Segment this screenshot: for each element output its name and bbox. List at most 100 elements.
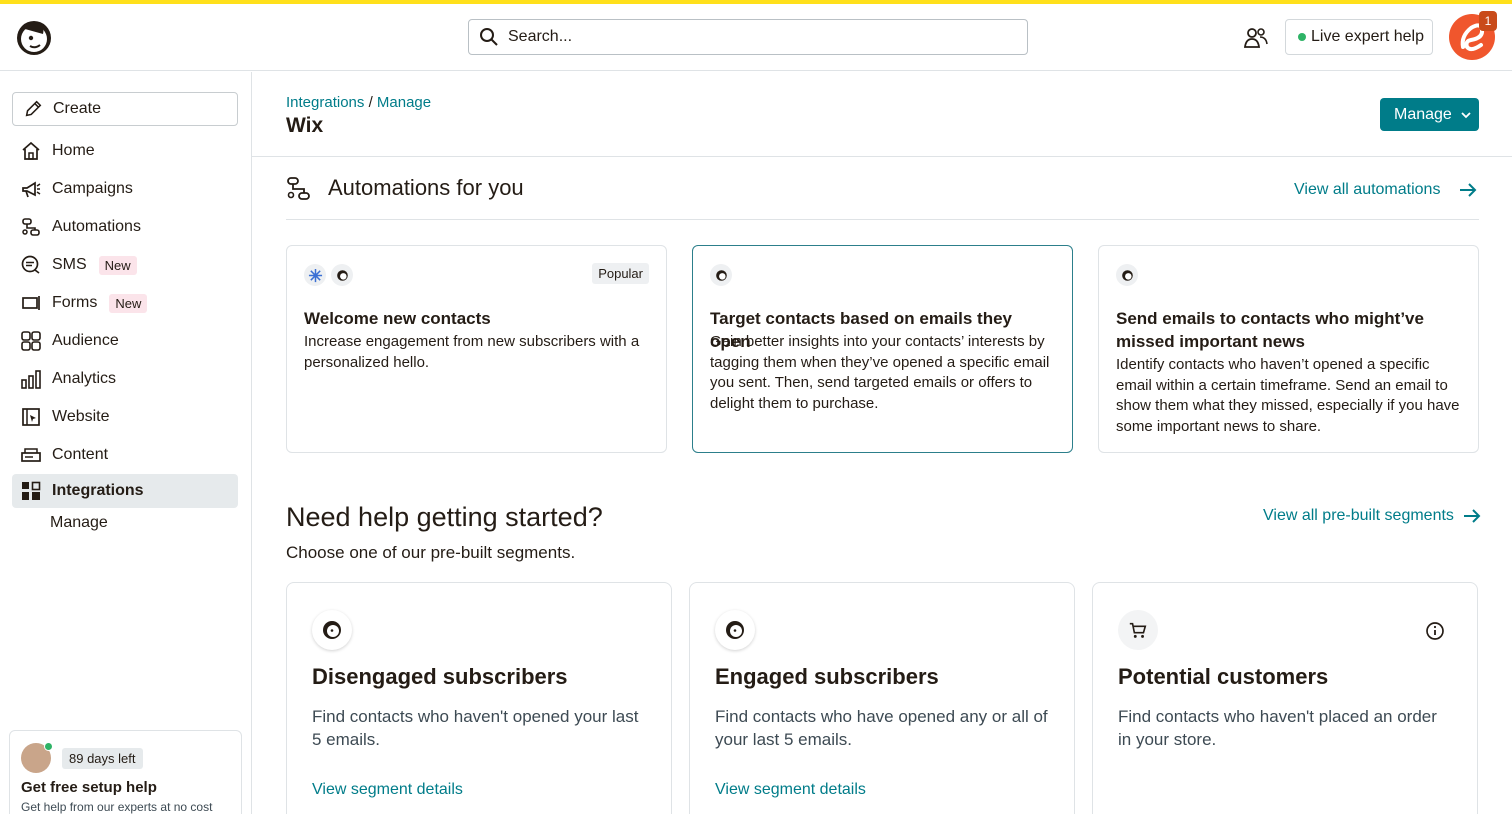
sidebar-item-audience[interactable]: Audience (12, 324, 238, 358)
trial-title: Get free setup help (21, 779, 157, 796)
page-title: Wix (286, 114, 324, 137)
analytics-icon (21, 370, 41, 389)
automation-card[interactable]: Send emails to contacts who might’ve mis… (1098, 245, 1479, 453)
live-expert-help-button[interactable]: Live expert help (1285, 19, 1433, 55)
segment-card-title: Engaged subscribers (715, 664, 939, 689)
main-content: Integrations / Manage Wix Manage Automat… (252, 72, 1512, 814)
view-segment-details-link[interactable]: View segment details (715, 781, 866, 799)
automation-card-title: Send emails to contacts who might’ve mis… (1116, 309, 1424, 351)
trial-help-card[interactable]: 89 days left Get free setup help Get hel… (9, 730, 242, 814)
pencil-icon (25, 100, 42, 117)
sidebar-item-label: Audience (52, 332, 119, 349)
sidebar-item-label: Integrations (52, 482, 144, 499)
automations-divider (286, 219, 1479, 220)
automation-card-title: Welcome new contacts (304, 309, 491, 328)
segment-card-description: Find contacts who have opened any or all… (715, 707, 1048, 749)
card-icons (1116, 264, 1138, 286)
sidebar-item-content[interactable]: Content (12, 438, 238, 472)
mailchimp-icon (715, 610, 755, 650)
sidebar: Create Home Campaigns Automations SMS Ne… (0, 72, 252, 814)
segment-card-title: Potential customers (1118, 664, 1329, 689)
card-icons (304, 264, 353, 286)
account-avatar[interactable]: 1 (1449, 11, 1497, 60)
website-icon (22, 408, 40, 426)
live-help-label: Live expert help (1311, 28, 1424, 45)
segment-card[interactable]: Engaged subscribers Find contacts who ha… (689, 582, 1075, 814)
segment-card-description: Find contacts who haven't opened your la… (312, 707, 639, 749)
online-status-dot (44, 742, 53, 751)
search-icon (480, 28, 498, 46)
online-status-dot (1298, 33, 1306, 41)
sidebar-item-sms[interactable]: SMS New (12, 248, 238, 282)
manage-dropdown-button[interactable]: Manage (1380, 98, 1479, 131)
sms-icon (21, 255, 40, 274)
view-segment-details-link[interactable]: View segment details (312, 781, 463, 799)
wix-sparkle-icon (304, 264, 326, 286)
mailchimp-icon (1116, 264, 1138, 286)
view-all-automations-link[interactable]: View all automations (1294, 180, 1478, 200)
view-all-segments-link[interactable]: View all pre-built segments (1263, 506, 1482, 526)
sidebar-item-analytics[interactable]: Analytics (12, 362, 238, 396)
sidebar-item-label: Home (52, 142, 95, 159)
search-placeholder: Search... (508, 28, 573, 45)
audience-icon (21, 331, 41, 351)
segment-card[interactable]: Potential customers Find contacts who ha… (1092, 582, 1478, 814)
automation-card-description: Increase engagement from new subscribers… (304, 333, 640, 371)
automations-icon (286, 176, 312, 202)
sidebar-item-label: Analytics (52, 370, 117, 387)
info-icon[interactable] (1425, 621, 1445, 641)
sidebar-item-label: Campaigns (52, 180, 133, 197)
new-badge: New (109, 293, 148, 313)
view-all-segments-label: View all pre-built segments (1263, 507, 1454, 524)
sidebar-subitem-manage[interactable]: Manage (50, 514, 108, 532)
home-icon (22, 141, 40, 160)
sidebar-item-label: SMS (52, 256, 87, 273)
content-icon (21, 448, 41, 462)
megaphone-icon (22, 181, 41, 198)
automations-section-title: Automations for you (328, 175, 524, 200)
create-button[interactable]: Create (12, 92, 238, 126)
automation-card[interactable]: Popular Welcome new contacts Increase en… (286, 245, 667, 453)
people-icon[interactable] (1243, 26, 1269, 50)
sidebar-item-forms[interactable]: Forms New (12, 286, 238, 320)
card-icons (710, 264, 732, 286)
breadcrumb: Integrations / Manage (286, 94, 431, 111)
segments-section-title: Need help getting started? (286, 502, 603, 532)
expert-avatar (21, 742, 53, 773)
chevron-down-icon (1461, 111, 1471, 118)
mailchimp-logo[interactable] (13, 16, 55, 58)
segment-card[interactable]: Disengaged subscribers Find contacts who… (286, 582, 672, 814)
sidebar-item-home[interactable]: Home (12, 134, 238, 168)
mailchimp-icon (312, 610, 352, 650)
segments-section-subtitle: Choose one of our pre-built segments. (286, 543, 576, 562)
header-divider (252, 156, 1512, 157)
sidebar-item-label: Content (52, 446, 109, 463)
trial-subtitle: Get help from our experts at no cost (21, 800, 213, 814)
arrow-right-icon (1463, 509, 1481, 523)
breadcrumb-integrations-link[interactable]: Integrations (286, 94, 364, 111)
automation-card-description: Identify contacts who haven’t opened a s… (1116, 356, 1460, 435)
global-search-input[interactable]: Search... (468, 19, 1028, 55)
automation-card-description: Gain better insights into your contacts’… (710, 333, 1050, 412)
cart-icon (1118, 610, 1158, 650)
sidebar-item-label: Website (52, 408, 110, 425)
popular-badge: Popular (592, 263, 649, 284)
sidebar-item-integrations[interactable]: Integrations (12, 474, 238, 508)
manage-button-label: Manage (1394, 105, 1452, 123)
top-header: Search... Live expert help 1 (0, 4, 1512, 71)
sidebar-item-label: Forms (52, 294, 98, 311)
sidebar-item-website[interactable]: Website (12, 400, 238, 434)
automation-card[interactable]: Target contacts based on emails they ope… (692, 245, 1073, 453)
notification-count-badge: 1 (1479, 11, 1497, 31)
sidebar-item-campaigns[interactable]: Campaigns (12, 172, 238, 206)
sidebar-item-label: Automations (52, 218, 141, 235)
sidebar-item-automations[interactable]: Automations (12, 210, 238, 244)
mailchimp-icon (710, 264, 732, 286)
arrow-right-icon (1460, 183, 1477, 197)
create-label: Create (53, 100, 102, 117)
automations-icon (22, 218, 40, 236)
forms-icon (22, 296, 40, 310)
breadcrumb-manage-link[interactable]: Manage (377, 94, 431, 111)
new-badge: New (98, 255, 137, 275)
view-all-automations-label: View all automations (1294, 181, 1441, 198)
